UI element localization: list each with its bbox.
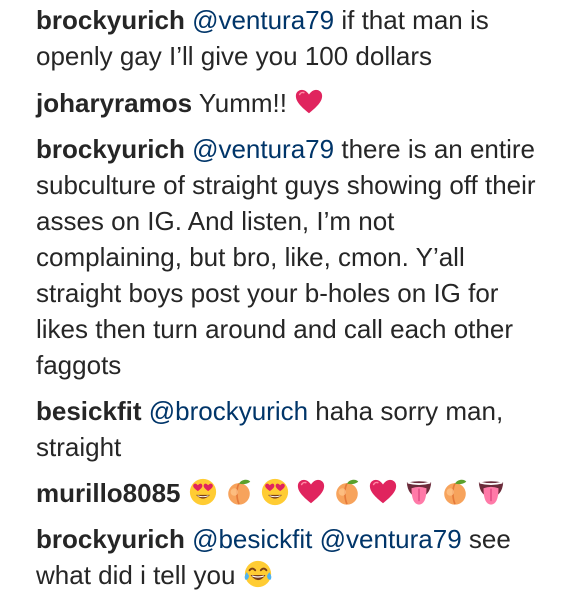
- comment-username[interactable]: murillo8085: [36, 478, 181, 508]
- comment-mention[interactable]: @brockyurich: [149, 396, 308, 426]
- peach-icon: [332, 477, 362, 507]
- comment: brockyurich @besickfit @ventura79 see wh…: [36, 521, 546, 593]
- comment-text: there is an entire subculture of straigh…: [36, 134, 536, 380]
- comment-mention[interactable]: @besickfit: [192, 524, 312, 554]
- comment-mention[interactable]: @ventura79: [192, 5, 334, 35]
- comment-mention[interactable]: @ventura79: [192, 134, 334, 164]
- heart-eyes-face-icon: [188, 477, 218, 507]
- peach-icon: [440, 477, 470, 507]
- comment-username[interactable]: besickfit: [36, 396, 142, 426]
- comment-mention[interactable]: @ventura79: [320, 524, 462, 554]
- comment: brockyurich @ventura79 there is an entir…: [36, 131, 546, 383]
- tongue-icon: [476, 477, 506, 507]
- comment-text: Yumm!!: [198, 88, 287, 118]
- comment: brockyurich @ventura79 if that man is op…: [36, 2, 546, 74]
- comment: besickfit @brockyurich haha sorry man, s…: [36, 393, 546, 465]
- comment: joharyramos Yumm!!: [36, 85, 546, 121]
- comment-username[interactable]: brockyurich: [36, 5, 185, 35]
- comment-username[interactable]: brockyurich: [36, 134, 185, 164]
- tears-of-joy-face-icon: [243, 559, 273, 589]
- comment-list: brockyurich @ventura79 if that man is op…: [0, 0, 574, 590]
- tongue-icon: [404, 477, 434, 507]
- red-heart-icon: [294, 87, 324, 117]
- red-heart-icon: [368, 477, 398, 507]
- red-heart-icon: [296, 477, 326, 507]
- heart-eyes-face-icon: [260, 477, 290, 507]
- comment: murillo8085: [36, 475, 546, 511]
- comment-username[interactable]: joharyramos: [36, 88, 192, 118]
- comment-username[interactable]: brockyurich: [36, 524, 185, 554]
- peach-icon: [224, 477, 254, 507]
